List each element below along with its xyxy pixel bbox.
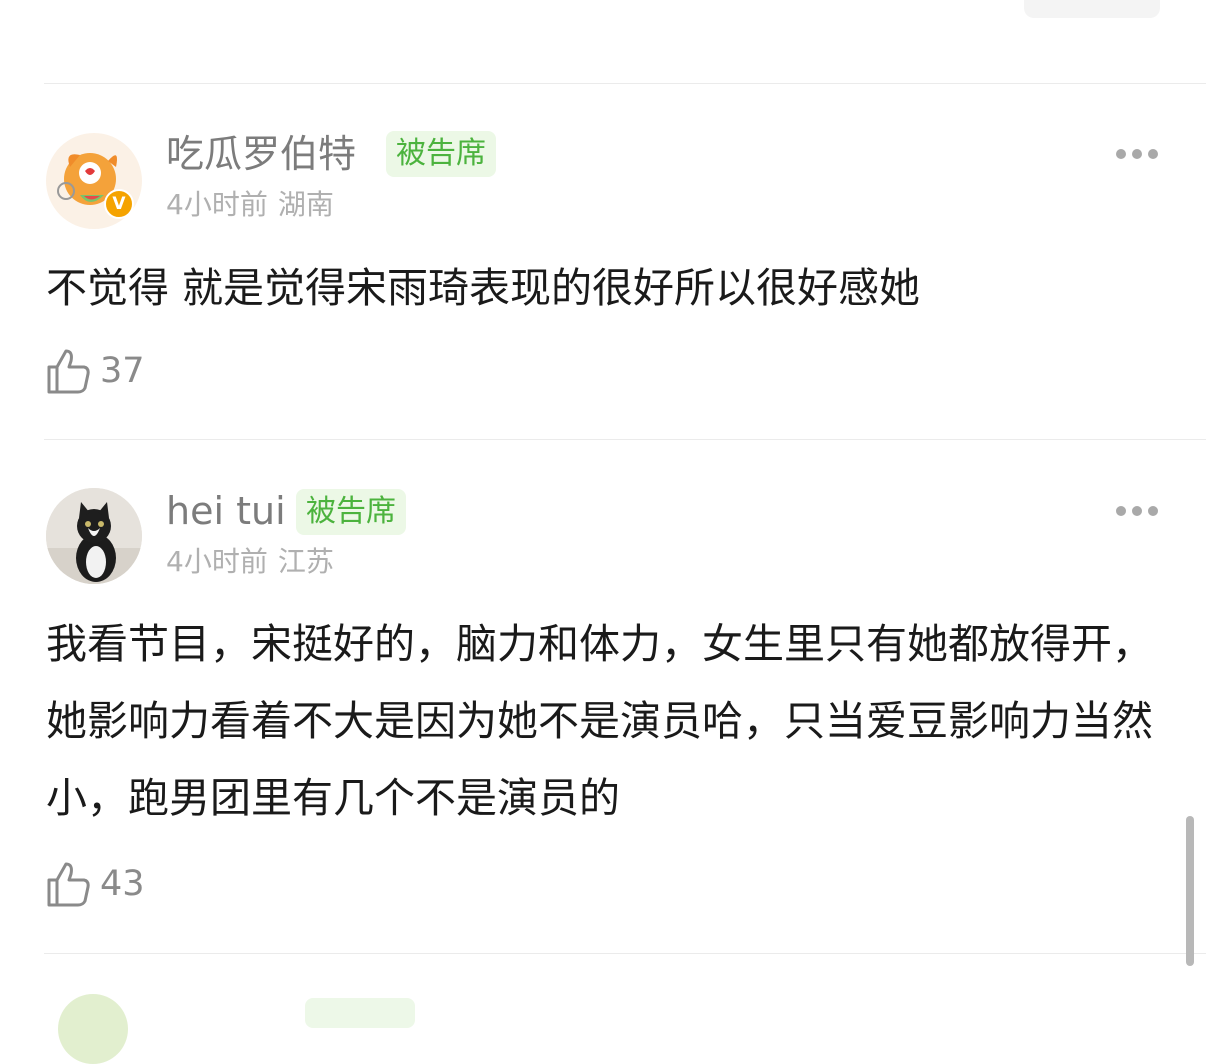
comment-location: 湖南 <box>277 188 334 221</box>
divider-top <box>44 83 1206 84</box>
comment-time: 4小时前 <box>166 545 268 578</box>
more-dots-icon[interactable] <box>1112 503 1162 517</box>
comment-location: 江苏 <box>277 545 334 578</box>
comment-meta: 4小时前 湖南 <box>166 188 334 222</box>
verified-badge-icon: V <box>104 189 134 219</box>
comment-text: 我看节目，宋挺好的，脑力和体力，女生里只有她都放得开，她影响力看着不大是因为她不… <box>46 620 1153 822</box>
like-count: 37 <box>100 351 145 391</box>
top-partial-button[interactable] <box>1024 0 1160 18</box>
scrollbar[interactable] <box>1186 816 1194 966</box>
defendant-badge: 被告席 <box>296 489 406 535</box>
divider-middle <box>44 439 1206 440</box>
comment-text: 不觉得 就是觉得宋雨琦表现的很好所以很好感她 <box>46 264 921 312</box>
username[interactable]: 吃瓜罗伯特 <box>166 132 356 176</box>
thumbs-up-icon <box>47 349 90 394</box>
cat-photo-avatar <box>46 488 142 584</box>
comment-meta: 4小时前 江苏 <box>166 545 334 579</box>
comment-time: 4小时前 <box>166 188 268 221</box>
like-count: 43 <box>100 864 145 904</box>
divider-bottom <box>44 953 1206 954</box>
defendant-badge: 被告席 <box>386 131 496 177</box>
more-dots-icon[interactable] <box>1112 146 1162 160</box>
username[interactable]: hei tui <box>166 489 286 533</box>
thumbs-up-icon <box>47 862 90 907</box>
next-comment-avatar[interactable] <box>58 994 128 1064</box>
user-avatar[interactable] <box>46 488 142 584</box>
next-comment-badge <box>305 998 415 1028</box>
